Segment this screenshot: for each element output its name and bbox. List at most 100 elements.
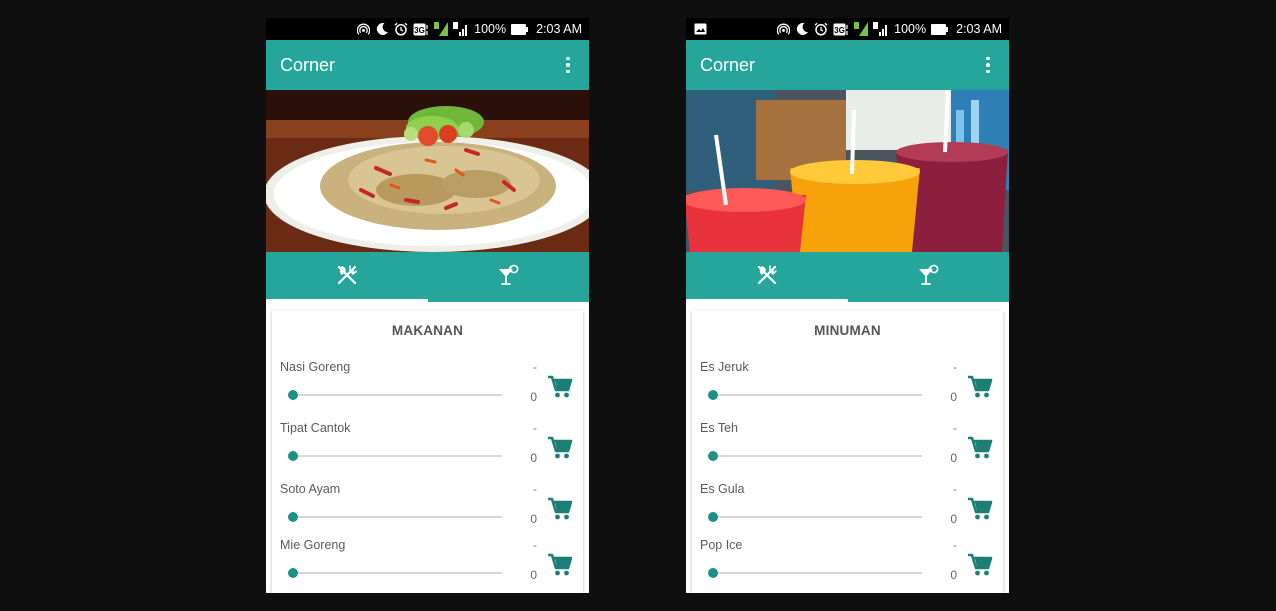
cocktail-icon [497, 264, 519, 291]
add-to-cart-icon[interactable] [967, 374, 993, 400]
add-to-cart-icon[interactable] [967, 552, 993, 578]
moon-icon [375, 22, 389, 36]
clock: 2:03 AM [536, 22, 582, 36]
add-to-cart-icon[interactable] [547, 552, 573, 578]
slider-thumb[interactable] [288, 390, 298, 400]
network-3g-icon: 3G [413, 22, 429, 36]
quantity-slider[interactable] [288, 450, 502, 462]
tab-minuman[interactable] [428, 252, 590, 302]
status-bar: 3G 100% 2:03 AM [266, 18, 589, 40]
item-name: Es Gula [700, 482, 745, 496]
status-bar: 3G 100% 2:03 AM [686, 18, 1009, 40]
tab-minuman[interactable] [848, 252, 1010, 302]
slider-thumb[interactable] [708, 568, 718, 578]
item-name: Nasi Goreng [280, 360, 351, 374]
item-quantity: 0 [530, 451, 537, 465]
juice-glasses-image [686, 90, 1009, 252]
item-price: - [953, 421, 957, 435]
svg-text:3G: 3G [414, 26, 425, 35]
item-quantity: 0 [950, 568, 957, 582]
quantity-slider[interactable] [708, 567, 922, 579]
signal-sim2-icon [873, 22, 888, 36]
item-quantity: 0 [950, 512, 957, 526]
menu-item: Tipat Cantok - 0 [272, 421, 583, 477]
cocktail-icon [917, 264, 939, 291]
menu-content: MAKANAN Nasi Goreng - 0 Tipat Cantok - 0… [266, 302, 589, 593]
overflow-menu-icon[interactable] [981, 53, 995, 77]
menu-item: Soto Ayam - 0 [272, 482, 583, 538]
category-tabs [686, 252, 1009, 302]
quantity-slider[interactable] [288, 567, 502, 579]
menu-item: Mie Goreng - 0 [272, 538, 583, 593]
signal-sim2-icon [453, 22, 468, 36]
hotspot-icon [777, 22, 791, 36]
network-3g-icon: 3G [833, 22, 849, 36]
item-price: - [953, 360, 957, 374]
item-quantity: 0 [950, 390, 957, 404]
menu-content: MINUMAN Es Jeruk - 0 Es Teh - 0 Es Gula … [686, 302, 1009, 593]
app-title: Corner [280, 54, 336, 75]
item-price: - [953, 482, 957, 496]
item-name: Mie Goreng [280, 538, 346, 552]
item-price: - [953, 538, 957, 552]
menu-item: Nasi Goreng - 0 [272, 360, 583, 416]
item-price: - [533, 360, 537, 374]
signal-sim1-icon [854, 22, 869, 36]
menu-item: Es Teh - 0 [692, 421, 1003, 477]
battery-icon [931, 22, 949, 36]
quantity-slider[interactable] [288, 389, 502, 401]
fried-rice-plate-image [266, 90, 589, 252]
clock: 2:03 AM [956, 22, 1002, 36]
item-quantity: 0 [530, 390, 537, 404]
image-notification-icon [694, 22, 707, 36]
alarm-icon [814, 22, 828, 36]
quantity-slider[interactable] [708, 389, 922, 401]
item-quantity: 0 [530, 568, 537, 582]
add-to-cart-icon[interactable] [967, 496, 993, 522]
add-to-cart-icon[interactable] [967, 435, 993, 461]
moon-icon [795, 22, 809, 36]
menu-card: MINUMAN Es Jeruk - 0 Es Teh - 0 Es Gula … [692, 310, 1003, 593]
add-to-cart-icon[interactable] [547, 435, 573, 461]
item-quantity: 0 [530, 512, 537, 526]
item-name: Es Jeruk [700, 360, 749, 374]
add-to-cart-icon[interactable] [547, 496, 573, 522]
quantity-slider[interactable] [288, 511, 502, 523]
item-name: Pop Ice [700, 538, 743, 552]
battery-icon [511, 22, 529, 36]
section-title: MAKANAN [391, 323, 464, 338]
quantity-slider[interactable] [708, 511, 922, 523]
cutlery-icon [756, 264, 778, 291]
item-price: - [533, 538, 537, 552]
app-title: Corner [700, 54, 756, 75]
battery-percent: 100% [894, 22, 927, 36]
alarm-icon [394, 22, 408, 36]
phone-screen-makanan: 3G 100% 2:03 AM Corner MAKANAN Nasi Gore… [266, 18, 589, 593]
menu-item: Es Jeruk - 0 [692, 360, 1003, 416]
hotspot-icon [357, 22, 371, 36]
slider-thumb[interactable] [288, 512, 298, 522]
item-name: Soto Ayam [280, 482, 341, 496]
slider-thumb[interactable] [708, 451, 718, 461]
category-tabs [266, 252, 589, 302]
menu-item: Pop Ice - 0 [692, 538, 1003, 593]
slider-thumb[interactable] [288, 451, 298, 461]
overflow-menu-icon[interactable] [561, 53, 575, 77]
item-price: - [533, 421, 537, 435]
item-price: - [533, 482, 537, 496]
battery-percent: 100% [474, 22, 507, 36]
item-quantity: 0 [950, 451, 957, 465]
slider-thumb[interactable] [708, 390, 718, 400]
tab-makanan[interactable] [266, 252, 428, 302]
slider-thumb[interactable] [708, 512, 718, 522]
slider-thumb[interactable] [288, 568, 298, 578]
cutlery-icon [336, 264, 358, 291]
signal-sim1-icon [434, 22, 449, 36]
tab-makanan[interactable] [686, 252, 848, 302]
quantity-slider[interactable] [708, 450, 922, 462]
item-name: Es Teh [700, 421, 738, 435]
svg-text:3G: 3G [834, 26, 845, 35]
add-to-cart-icon[interactable] [547, 374, 573, 400]
menu-card: MAKANAN Nasi Goreng - 0 Tipat Cantok - 0… [272, 310, 583, 593]
app-bar: Corner [686, 40, 1009, 90]
